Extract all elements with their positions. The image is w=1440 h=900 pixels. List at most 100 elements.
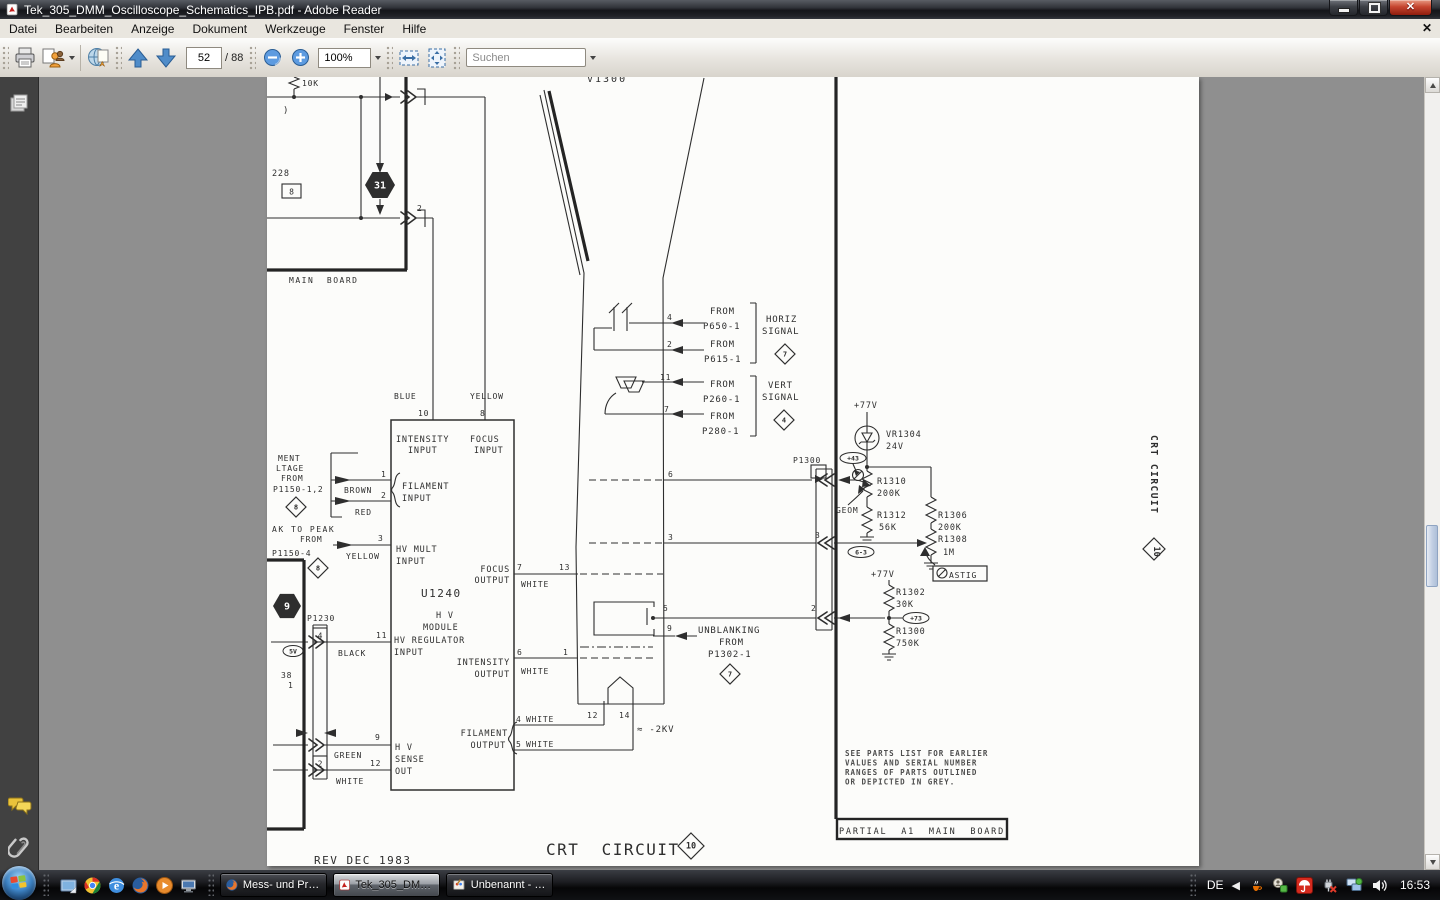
clock[interactable]: 16:53 bbox=[1400, 878, 1430, 892]
schematic-label: 2 bbox=[381, 491, 387, 500]
zoom-level-input[interactable]: 100% bbox=[318, 48, 371, 68]
title-bar[interactable]: Tek_305_DMM_Oscilloscope_Schematics_IPB.… bbox=[0, 0, 1440, 19]
schematic-label: R1300 bbox=[896, 627, 926, 637]
zoom-dropdown-button[interactable] bbox=[371, 49, 384, 67]
page-up-icon bbox=[127, 47, 149, 69]
media-player-icon[interactable] bbox=[156, 877, 173, 894]
menu-bearbeiten[interactable]: Bearbeiten bbox=[46, 21, 122, 37]
zoom-out-button[interactable] bbox=[259, 44, 285, 72]
schematic-label: 1 bbox=[563, 648, 569, 657]
taskbar-task-firefox[interactable]: Mess- und Prüfgerä... bbox=[220, 873, 327, 897]
share-icon bbox=[86, 46, 112, 70]
scroll-up-button[interactable] bbox=[1425, 77, 1440, 93]
task-label: Tek_305_DMM_Osci... bbox=[355, 879, 434, 891]
document-close-icon[interactable]: ✕ bbox=[1422, 21, 1432, 35]
schematic-label: H V bbox=[436, 611, 454, 621]
scrollbar-thumb[interactable] bbox=[1426, 525, 1438, 587]
schematic-label: FOCUS bbox=[480, 565, 510, 575]
toolbar-grip[interactable] bbox=[453, 46, 460, 70]
schematic-label: P1150-4 bbox=[272, 549, 311, 558]
pages-panel-icon[interactable] bbox=[8, 93, 30, 115]
schematic-label: 7 bbox=[728, 671, 732, 679]
toolbar-grip[interactable] bbox=[386, 46, 393, 70]
menu-dokument[interactable]: Dokument bbox=[183, 21, 256, 37]
page-down-icon bbox=[155, 47, 177, 69]
schematic-label: 2 bbox=[811, 604, 817, 613]
start-button[interactable] bbox=[2, 866, 36, 900]
schematic-label: 2 bbox=[667, 340, 673, 349]
schematic-label: 13 bbox=[559, 563, 570, 572]
document-pane[interactable]: V130010K)228MAIN BOARD2BLUE10YELLOW8INTE… bbox=[39, 77, 1424, 870]
schematic-label: INPUT bbox=[474, 446, 504, 456]
schematic-label: 6 bbox=[517, 648, 523, 657]
taskbar-grip bbox=[43, 874, 49, 896]
vr1304-zener-symbol bbox=[855, 426, 879, 450]
menu-hilfe[interactable]: Hilfe bbox=[393, 21, 435, 37]
menu-werkzeuge[interactable]: Werkzeuge bbox=[256, 21, 334, 37]
toolbar-grip[interactable] bbox=[115, 46, 122, 70]
power-plug-error-icon[interactable] bbox=[1321, 877, 1338, 894]
schematic-label: WHITE bbox=[526, 740, 554, 749]
parts-note-line: RANGES OF PARTS OUTLINED bbox=[845, 768, 977, 777]
internet-explorer-icon[interactable]: e bbox=[108, 877, 125, 894]
schematic-label: WHITE bbox=[521, 580, 549, 589]
fit-width-button[interactable] bbox=[396, 44, 422, 72]
search-input[interactable] bbox=[466, 48, 586, 67]
comments-panel-icon[interactable] bbox=[8, 795, 32, 815]
menu-fenster[interactable]: Fenster bbox=[335, 21, 394, 37]
distribute-button[interactable] bbox=[40, 44, 75, 72]
page-number-input[interactable] bbox=[186, 47, 222, 69]
schematic-label: 1M bbox=[943, 548, 955, 558]
navigation-sidebar bbox=[0, 77, 39, 870]
network-icon[interactable] bbox=[1346, 877, 1363, 894]
remote-desktop-icon[interactable] bbox=[180, 877, 197, 894]
schematic-label: INPUT bbox=[408, 446, 438, 456]
close-button[interactable]: ✕ bbox=[1389, 0, 1432, 16]
schematic-label: 5 bbox=[663, 604, 669, 613]
scroll-down-button[interactable] bbox=[1425, 854, 1440, 870]
quickset-icon[interactable] bbox=[1272, 877, 1288, 893]
firefox-icon[interactable] bbox=[132, 877, 149, 894]
schematic-label: YELLOW bbox=[470, 392, 504, 401]
attachments-panel-icon[interactable] bbox=[8, 835, 30, 861]
keyboard-layout-indicator[interactable]: DE bbox=[1207, 878, 1224, 892]
search-dropdown-button[interactable] bbox=[586, 49, 599, 67]
schematic-label: MODULE bbox=[423, 623, 459, 633]
schematic-label: CRT CIRCUIT bbox=[1148, 435, 1159, 514]
print-button[interactable] bbox=[12, 44, 38, 72]
java-icon[interactable] bbox=[1248, 877, 1264, 893]
schematic-label: FROM bbox=[710, 307, 735, 317]
taskbar-task-adobe-reader[interactable]: Tek_305_DMM_Osci... bbox=[333, 873, 440, 897]
share-button[interactable] bbox=[86, 44, 112, 72]
schematic-label: +77V bbox=[871, 570, 895, 580]
schematic-label: 14 bbox=[619, 711, 630, 720]
toolbar-grip[interactable] bbox=[2, 46, 9, 70]
hidden-icons-chevron[interactable]: ◀ bbox=[1232, 879, 1240, 892]
schematic-label: OUTPUT bbox=[474, 576, 510, 586]
schematic-label: RED bbox=[355, 508, 372, 517]
menu-anzeige[interactable]: Anzeige bbox=[122, 21, 183, 37]
avira-icon[interactable] bbox=[1296, 877, 1313, 894]
zoom-in-button[interactable] bbox=[287, 44, 313, 72]
firefox-icon bbox=[226, 877, 238, 893]
show-desktop-icon[interactable] bbox=[60, 877, 77, 894]
schematic-label: INPUT bbox=[394, 648, 424, 658]
schematic-label: OUTPUT bbox=[470, 741, 506, 751]
maximize-button[interactable] bbox=[1359, 0, 1388, 16]
schematic-label: 2 bbox=[318, 760, 323, 769]
toolbar-grip[interactable] bbox=[249, 46, 256, 70]
volume-icon[interactable] bbox=[1371, 877, 1388, 894]
schematic-label: 11 bbox=[660, 373, 671, 382]
vertical-scrollbar[interactable] bbox=[1424, 77, 1440, 870]
schematic-label: ASTIG bbox=[949, 571, 977, 580]
taskbar-task-paint[interactable]: Unbenannt - Paint bbox=[446, 873, 553, 897]
fit-page-button[interactable] bbox=[424, 44, 450, 72]
chrome-icon[interactable] bbox=[84, 877, 101, 894]
menu-datei[interactable]: Datei bbox=[0, 21, 46, 37]
schematic-label: 200K bbox=[938, 523, 962, 533]
tray-grip bbox=[1190, 874, 1196, 896]
next-page-button[interactable] bbox=[153, 44, 179, 72]
minimize-button[interactable] bbox=[1329, 0, 1358, 16]
schematic-label: 228 bbox=[272, 169, 290, 179]
previous-page-button[interactable] bbox=[125, 44, 151, 72]
